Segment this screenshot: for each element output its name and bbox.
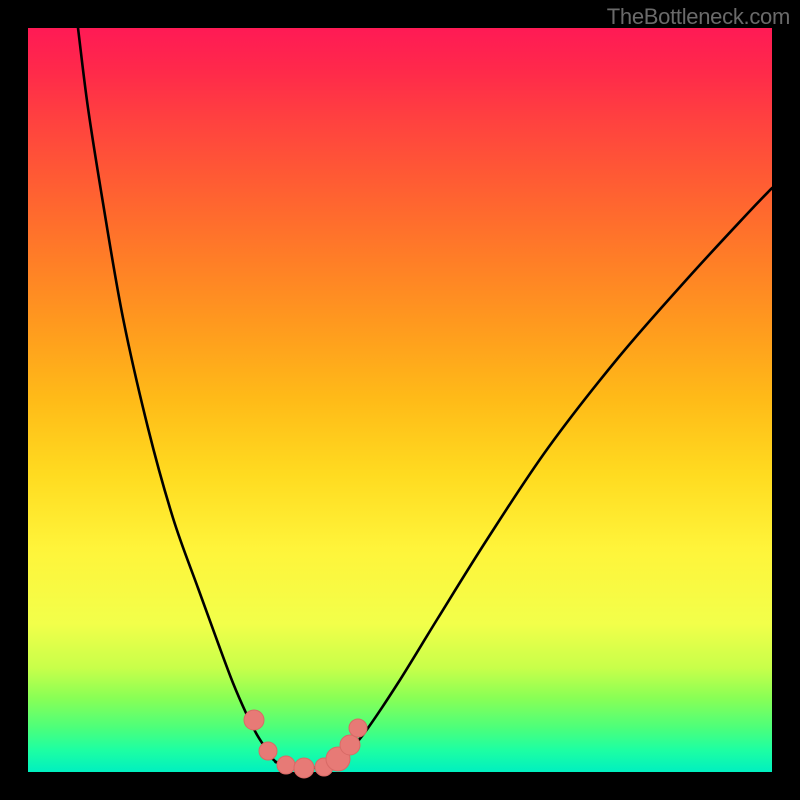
curve-marker — [349, 719, 367, 737]
watermark-text: TheBottleneck.com — [607, 4, 790, 30]
outer-frame: TheBottleneck.com — [0, 0, 800, 800]
curve-marker — [259, 742, 277, 760]
curve-layer — [28, 28, 772, 772]
curve-marker — [277, 756, 295, 774]
curve-marker — [244, 710, 264, 730]
curve-marker — [340, 735, 360, 755]
curve-marker — [294, 758, 314, 778]
v-curve — [78, 28, 772, 768]
marker-group — [244, 710, 367, 778]
